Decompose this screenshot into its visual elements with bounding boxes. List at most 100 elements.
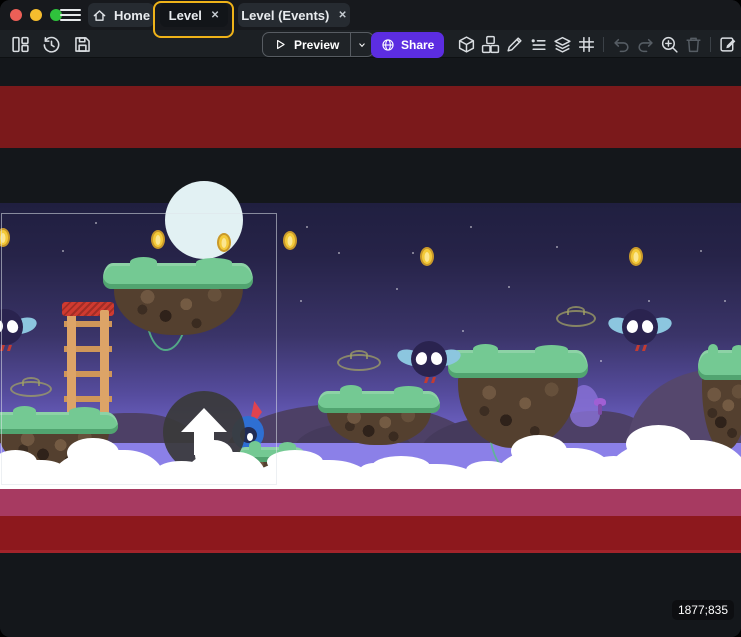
- tab-label: Level: [169, 8, 202, 23]
- tab-close-icon[interactable]: ✕: [338, 10, 346, 21]
- layers-button[interactable]: [550, 32, 574, 56]
- coin-slot: [288, 236, 293, 246]
- tab-label: Home: [114, 8, 150, 23]
- coin-slot: [425, 252, 430, 262]
- bat-sprite[interactable]: [0, 308, 34, 352]
- tab-label: Level (Events): [241, 8, 329, 23]
- project-manager-button[interactable]: [8, 32, 32, 56]
- player-eye: [247, 433, 253, 441]
- delete-button[interactable]: [681, 32, 705, 56]
- island-grass: [448, 350, 588, 378]
- minimize-window-button[interactable]: [30, 9, 42, 21]
- redo-icon: [636, 35, 655, 54]
- coin-sprite[interactable]: [217, 233, 231, 252]
- bat-sprite[interactable]: [611, 308, 669, 352]
- island-rocks: [458, 371, 578, 448]
- preview-button-group: Preview: [262, 32, 374, 57]
- toolbar-right-group: [454, 32, 740, 56]
- window-controls: [10, 9, 62, 21]
- tab-close-icon[interactable]: ✕: [211, 10, 219, 21]
- tab-level-events[interactable]: Level (Events) ✕: [238, 3, 350, 27]
- main-menu-button[interactable]: [60, 5, 86, 25]
- bat-sprite[interactable]: [400, 340, 458, 384]
- island-grass: [0, 412, 118, 434]
- island-sprite[interactable]: [103, 263, 253, 335]
- edit-object-button[interactable]: [502, 32, 526, 56]
- star-dot: [338, 252, 340, 254]
- ufo-dome: [567, 306, 585, 315]
- ufo-dome: [22, 377, 40, 386]
- home-icon: [92, 8, 107, 23]
- project-manager-icon: [11, 35, 30, 54]
- objects-panel-button[interactable]: [454, 32, 478, 56]
- edit-events-icon: [719, 35, 738, 54]
- star-dot: [412, 252, 414, 254]
- history-button[interactable]: [39, 32, 63, 56]
- bat-claw: [635, 345, 640, 351]
- island-sprite[interactable]: [698, 350, 741, 450]
- coin-slot: [1, 233, 6, 243]
- bat-claw: [7, 345, 12, 351]
- ufo-dome: [350, 350, 368, 359]
- star-dot: [95, 222, 97, 224]
- toolbar-left-group: [8, 32, 94, 56]
- cursor-coordinates-badge: 1877;835: [672, 600, 734, 620]
- star-dot: [470, 226, 472, 228]
- island-rocks: [114, 282, 243, 335]
- coin-sprite[interactable]: [283, 231, 297, 250]
- trash-icon: [684, 35, 703, 54]
- star-dot: [700, 250, 702, 252]
- close-window-button[interactable]: [10, 9, 22, 21]
- layers-icon: [553, 35, 572, 54]
- star-dot: [396, 288, 398, 290]
- share-button[interactable]: Share: [371, 32, 444, 58]
- save-icon: [73, 35, 92, 54]
- flora-mushroom-sprite[interactable]: [594, 398, 606, 415]
- coin-sprite[interactable]: [629, 247, 643, 266]
- hamburger-icon: [60, 9, 86, 21]
- ufo-sprite[interactable]: [10, 381, 52, 397]
- redo-button[interactable]: [633, 32, 657, 56]
- coin-slot: [156, 235, 161, 245]
- undo-button[interactable]: [609, 32, 633, 56]
- toolbar-divider: [603, 37, 604, 52]
- island-rocks: [702, 373, 741, 450]
- globe-icon: [381, 38, 395, 52]
- island-sprite[interactable]: [318, 391, 440, 445]
- scene-canvas[interactable]: 1877;835: [0, 0, 741, 637]
- preview-label: Preview: [294, 38, 339, 52]
- coin-sprite[interactable]: [420, 247, 434, 266]
- ufo-sprite[interactable]: [337, 354, 381, 371]
- bat-claw: [424, 377, 429, 383]
- preview-options-dropdown[interactable]: [350, 33, 373, 56]
- instances-list-button[interactable]: [526, 32, 550, 56]
- tab-home[interactable]: Home: [88, 3, 154, 27]
- app-window: 1877;835 Home Level ✕ Level (Events) ✕: [0, 0, 741, 637]
- grid-options-button[interactable]: [574, 32, 598, 56]
- island-grass: [103, 263, 253, 289]
- object-groups-icon: [481, 35, 500, 54]
- preview-button[interactable]: Preview: [263, 33, 350, 56]
- moon-sprite[interactable]: [165, 181, 243, 259]
- object-groups-button[interactable]: [478, 32, 502, 56]
- red-band-bottom: [0, 516, 741, 553]
- tab-level[interactable]: Level ✕: [160, 3, 228, 27]
- star-dot: [62, 250, 64, 252]
- save-button[interactable]: [70, 32, 94, 56]
- star-dot: [648, 300, 650, 302]
- pencil-icon: [505, 35, 524, 54]
- coin-sprite[interactable]: [151, 230, 165, 249]
- mushroom-stem: [598, 404, 602, 415]
- star-dot: [724, 300, 726, 302]
- grid-icon: [577, 35, 596, 54]
- edit-scene-events-button[interactable]: [716, 32, 740, 56]
- island-sprite[interactable]: [448, 350, 588, 448]
- zoom-in-button[interactable]: [657, 32, 681, 56]
- ufo-sprite[interactable]: [556, 310, 596, 327]
- chevron-down-icon: [357, 39, 367, 51]
- island-grass: [698, 350, 741, 380]
- star-dot: [600, 360, 602, 362]
- editor-toolbar: Preview Share: [0, 30, 741, 58]
- play-icon: [274, 38, 287, 51]
- cube-icon: [457, 35, 476, 54]
